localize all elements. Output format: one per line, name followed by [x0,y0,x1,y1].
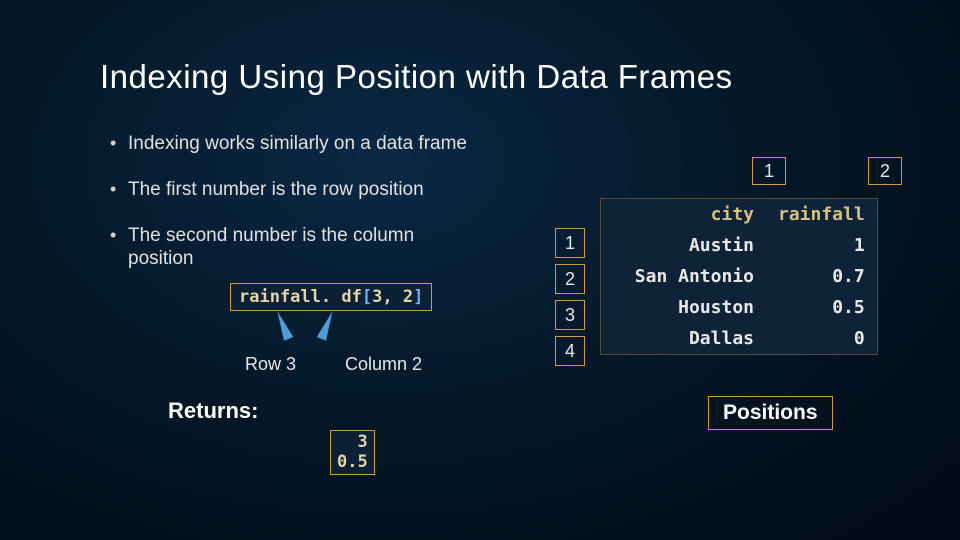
header-city: city [601,199,766,230]
cell-city: Houston [601,292,766,323]
col-pos-2: 2 [868,157,902,185]
cell-rain: 0 [766,323,877,354]
positions-label: Positions [708,396,833,430]
returns-index: 3 [337,433,368,453]
table-row: Dallas 0 [601,323,877,354]
col-label: Column 2 [345,354,422,375]
table-row: Houston 0.5 [601,292,877,323]
row-pos-1: 1 [555,228,585,258]
code-lbracket: [ [362,287,372,307]
cell-rain: 0.7 [766,261,877,292]
cell-rain: 0.5 [766,292,877,323]
row-pos-2: 2 [555,264,585,294]
returns-box: 3 0.5 [330,430,375,475]
arrow-row-icon [273,309,294,341]
cell-city: San Antonio [601,261,766,292]
row-label: Row 3 [245,354,296,375]
arrow-col-icon [317,309,338,341]
code-expression: rainfall. df[3, 2] [230,283,432,311]
code-col-arg: 2 [403,287,413,307]
bullet-list: Indexing works similarly on a data frame… [110,132,470,293]
table-header-row: city rainfall [601,199,877,230]
code-row-arg: 3 [372,287,382,307]
table-row: Austin 1 [601,230,877,261]
bullet-1: Indexing works similarly on a data frame [110,132,470,156]
bullet-2: The first number is the row position [110,178,470,202]
cell-city: Dallas [601,323,766,354]
table-row: San Antonio 0.7 [601,261,877,292]
code-identifier: rainfall. df [239,287,362,307]
bullet-3: The second number is the column position [110,224,470,272]
slide-title: Indexing Using Position with Data Frames [100,58,733,96]
returns-value: 0.5 [337,453,368,473]
returns-heading: Returns: [168,398,258,424]
col-pos-1: 1 [752,157,786,185]
cell-rain: 1 [766,230,877,261]
header-rainfall: rainfall [766,199,877,230]
cell-city: Austin [601,230,766,261]
row-pos-3: 3 [555,300,585,330]
code-comma: , [382,287,402,307]
row-pos-4: 4 [555,336,585,366]
code-rbracket: ] [413,287,423,307]
data-frame-table: city rainfall Austin 1 San Antonio 0.7 H… [600,198,878,355]
